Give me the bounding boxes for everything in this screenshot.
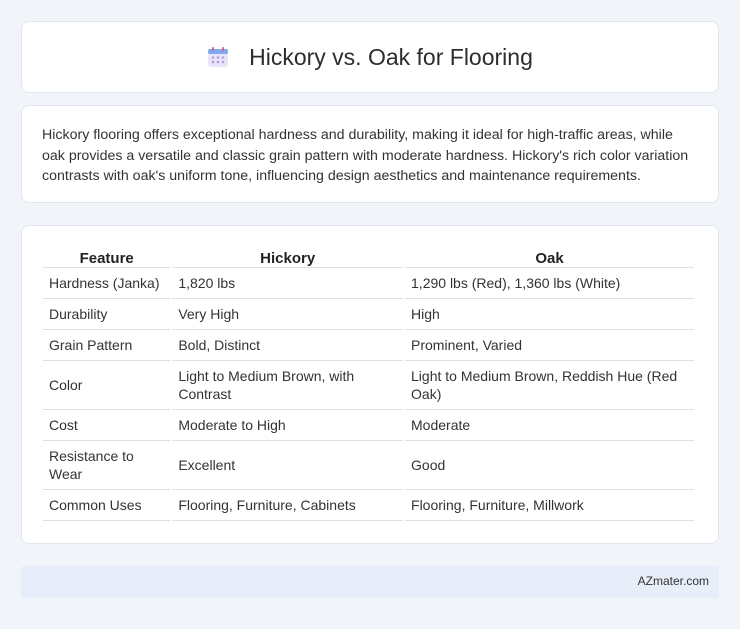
cell-oak: High xyxy=(405,299,694,330)
cell-feature: Grain Pattern xyxy=(43,330,171,361)
footer-bar: AZmater.com xyxy=(21,566,719,598)
table-row: Hardness (Janka) 1,820 lbs 1,290 lbs (Re… xyxy=(43,268,694,299)
cell-hickory: Very High xyxy=(172,299,404,330)
page-title: Hickory vs. Oak for Flooring xyxy=(249,43,533,70)
table-row: Color Light to Medium Brown, with Contra… xyxy=(43,361,694,410)
table-header-row: Feature Hickory Oak xyxy=(43,246,694,268)
cell-hickory: 1,820 lbs xyxy=(172,268,404,299)
cell-hickory: Bold, Distinct xyxy=(172,330,404,361)
cell-hickory: Excellent xyxy=(172,441,404,490)
summary-text: Hickory flooring offers exceptional hard… xyxy=(42,127,689,184)
cell-oak: Good xyxy=(405,441,694,490)
cell-hickory: Light to Medium Brown, with Contrast xyxy=(172,361,404,410)
table-row: Cost Moderate to High Moderate xyxy=(43,410,694,441)
summary-card: Hickory flooring offers exceptional hard… xyxy=(21,105,719,203)
table-row: Grain Pattern Bold, Distinct Prominent, … xyxy=(43,330,694,361)
cell-feature: Color xyxy=(43,361,171,410)
cell-oak: Flooring, Furniture, Millwork xyxy=(405,490,694,521)
cell-feature: Durability xyxy=(43,299,171,330)
cell-oak: Moderate xyxy=(405,410,694,441)
table-row: Durability Very High High xyxy=(43,299,694,330)
cell-oak: Prominent, Varied xyxy=(405,330,694,361)
cell-hickory: Flooring, Furniture, Cabinets xyxy=(172,490,404,521)
cell-feature: Hardness (Janka) xyxy=(43,268,171,299)
title-card: Hickory vs. Oak for Flooring xyxy=(21,21,719,93)
footer-source-link[interactable]: AZmater.com xyxy=(638,574,709,588)
calendar-icon xyxy=(208,47,229,67)
header-hickory: Hickory xyxy=(172,246,404,268)
cell-feature: Common Uses xyxy=(43,490,171,521)
header-feature: Feature xyxy=(43,246,171,268)
cell-oak: Light to Medium Brown, Reddish Hue (Red … xyxy=(405,361,694,410)
header-oak: Oak xyxy=(405,246,694,268)
table-row: Resistance to Wear Excellent Good xyxy=(43,441,694,490)
comparison-card: Feature Hickory Oak Hardness (Janka) 1,8… xyxy=(21,225,719,544)
cell-feature: Cost xyxy=(43,410,171,441)
cell-hickory: Moderate to High xyxy=(172,410,404,441)
cell-feature: Resistance to Wear xyxy=(43,441,171,490)
table-row: Common Uses Flooring, Furniture, Cabinet… xyxy=(43,490,694,521)
cell-oak: 1,290 lbs (Red), 1,360 lbs (White) xyxy=(405,268,694,299)
comparison-table: Feature Hickory Oak Hardness (Janka) 1,8… xyxy=(41,246,696,521)
